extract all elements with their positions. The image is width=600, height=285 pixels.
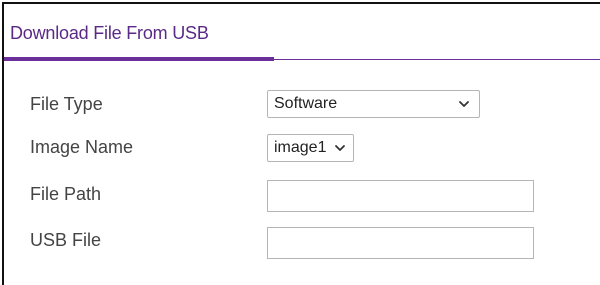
usb-file-input[interactable] — [267, 227, 534, 259]
header-divider — [274, 59, 600, 60]
panel-title: Download File From USB — [10, 23, 209, 43]
file-type-select[interactable]: Software — [267, 90, 480, 118]
image-name-selected-value: image1 — [274, 139, 327, 156]
file-type-label: File Type — [30, 94, 103, 114]
download-file-from-usb-panel: Download File From USB File Type Softwar… — [2, 2, 600, 285]
chevron-down-icon — [335, 145, 345, 151]
panel-header: Download File From USB — [4, 4, 600, 61]
file-type-selected-value: Software — [274, 95, 338, 112]
image-name-select[interactable]: image1 — [267, 134, 354, 162]
file-path-label: File Path — [30, 184, 102, 204]
usb-file-label: USB File — [30, 230, 102, 250]
file-path-input[interactable] — [267, 180, 534, 212]
title-tab-underline — [4, 57, 274, 61]
chevron-down-icon — [459, 101, 469, 107]
image-name-label: Image Name — [30, 137, 134, 157]
